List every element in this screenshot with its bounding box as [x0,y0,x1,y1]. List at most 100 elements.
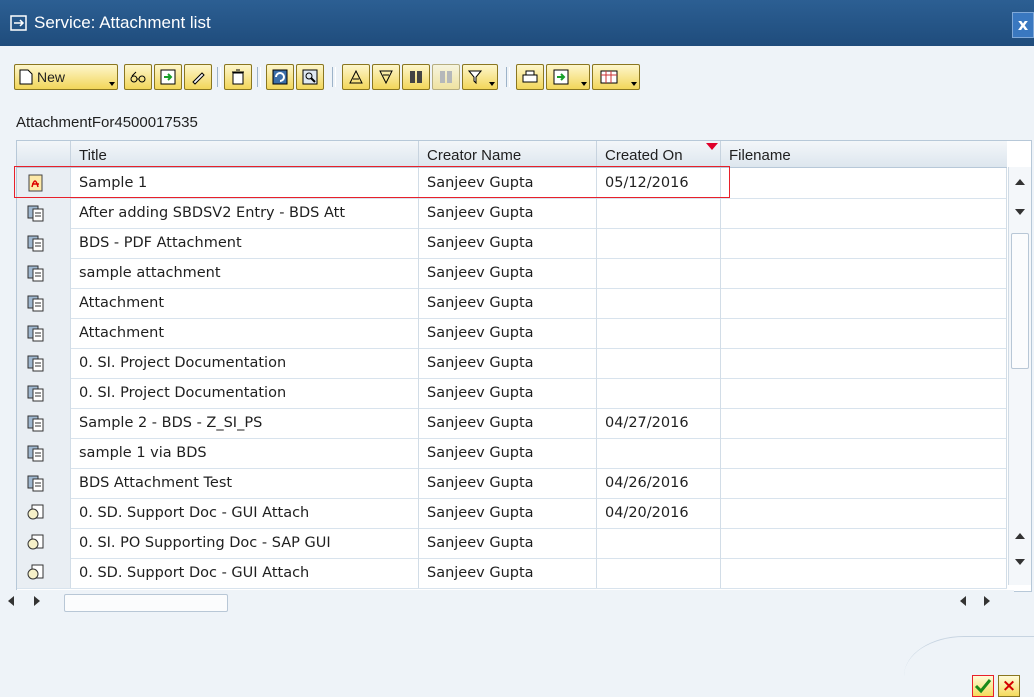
table-row[interactable]: 0. SD. Support Doc - GUI Attach Sanjeev G… [17,558,1007,589]
table-row[interactable]: 0. SI. PO Supporting Doc - SAP GUI Sanjee… [17,528,1007,559]
cell-created-on[interactable] [597,198,721,228]
cell-created-on[interactable] [597,258,721,288]
cell-creator[interactable]: Sanjeev Gupta [419,198,597,228]
cell-creator[interactable]: Sanjeev Gupta [419,378,597,408]
search-next-button[interactable] [432,64,460,90]
scroll-page-up-icon[interactable] [1015,533,1025,539]
cell-filename[interactable] [721,168,1007,198]
row-icon-cell[interactable] [17,198,71,228]
cell-creator[interactable]: Sanjeev Gupta [419,528,597,558]
row-icon-cell[interactable] [17,468,71,498]
cell-filename[interactable] [721,258,1007,288]
cell-title[interactable]: After adding SBDSV2 Entry - BDS Att [71,198,419,228]
cell-filename[interactable] [721,348,1007,378]
horizontal-scrollbar[interactable] [0,590,1014,612]
cell-title[interactable]: 0. SD. Support Doc - GUI Attach [71,498,419,528]
cell-filename[interactable] [721,378,1007,408]
header-select-column[interactable] [17,141,71,167]
cell-title[interactable]: Sample 2 - BDS - Z_SI_PS [71,408,419,438]
row-icon-cell[interactable] [17,558,71,588]
cell-creator[interactable]: Sanjeev Gupta [419,318,597,348]
table-row[interactable]: Attachment Sanjeev Gupta [17,318,1007,349]
cell-created-on[interactable] [597,348,721,378]
table-row[interactable]: After adding SBDSV2 Entry - BDS Att Sanje… [17,198,1007,229]
refresh-button[interactable] [266,64,294,90]
row-icon-cell[interactable] [17,228,71,258]
row-icon-cell[interactable] [17,408,71,438]
table-row[interactable]: BDS Attachment Test Sanjeev Gupta 04/26/20… [17,468,1007,499]
header-title[interactable]: Title [71,141,419,167]
cell-filename[interactable] [721,438,1007,468]
header-creator[interactable]: Creator Name [419,141,597,167]
layout-button[interactable] [592,64,640,90]
table-row[interactable]: sample attachment Sanjeev Gupta [17,258,1007,289]
cell-creator[interactable]: Sanjeev Gupta [419,438,597,468]
row-icon-cell[interactable] [17,498,71,528]
vertical-scrollbar[interactable] [1008,167,1031,585]
header-filename[interactable]: Filename [721,141,1007,167]
table-row[interactable]: 0. SI. Project Documentation Sanjeev Gupt… [17,348,1007,379]
cell-title[interactable]: 0. SI. Project Documentation [71,378,419,408]
cell-created-on[interactable] [597,288,721,318]
cell-creator[interactable]: Sanjeev Gupta [419,498,597,528]
cell-filename[interactable] [721,288,1007,318]
scroll-left-icon[interactable] [8,596,14,606]
cell-creator[interactable]: Sanjeev Gupta [419,258,597,288]
cell-creator[interactable]: Sanjeev Gupta [419,348,597,378]
scroll-up-icon[interactable] [1015,179,1025,185]
cell-filename[interactable] [721,558,1007,588]
row-icon-cell[interactable] [17,378,71,408]
cell-title[interactable]: sample 1 via BDS [71,438,419,468]
scroll-page-down-icon[interactable] [1015,559,1025,565]
cell-created-on[interactable] [597,438,721,468]
cell-title[interactable]: BDS - PDF Attachment [71,228,419,258]
cell-filename[interactable] [721,318,1007,348]
table-row[interactable]: Sample 2 - BDS - Z_SI_PS Sanjeev Gupta 04/… [17,408,1007,439]
cell-creator[interactable]: Sanjeev Gupta [419,468,597,498]
row-icon-cell[interactable] [17,318,71,348]
cell-created-on[interactable]: 04/20/2016 [597,498,721,528]
cell-filename[interactable] [721,408,1007,438]
cell-created-on[interactable] [597,558,721,588]
horizontal-scroll-thumb[interactable] [64,594,228,612]
window-close-button[interactable]: x [1012,12,1034,38]
cell-title[interactable]: Attachment [71,288,419,318]
cell-filename[interactable] [721,198,1007,228]
table-row[interactable]: Attachment Sanjeev Gupta [17,288,1007,319]
cell-created-on[interactable] [597,378,721,408]
delete-button[interactable] [224,64,252,90]
table-row[interactable]: BDS - PDF Attachment Sanjeev Gupta [17,228,1007,259]
cell-creator[interactable]: Sanjeev Gupta [419,288,597,318]
cancel-button[interactable]: × [998,675,1020,697]
export-button[interactable] [154,64,182,90]
sort-descending-button[interactable] [372,64,400,90]
sort-ascending-button[interactable] [342,64,370,90]
search-button[interactable] [402,64,430,90]
filter-button[interactable] [462,64,498,90]
edit-button[interactable] [184,64,212,90]
row-icon-cell[interactable] [17,288,71,318]
cell-title[interactable]: 0. SI. Project Documentation [71,348,419,378]
find-button[interactable] [296,64,324,90]
cell-title[interactable]: 0. SD. Support Doc - GUI Attach [71,558,419,588]
table-row[interactable]: 0. SD. Support Doc - GUI Attach Sanjeev G… [17,498,1007,529]
export-list-button[interactable] [546,64,590,90]
scroll-left-end-icon[interactable] [960,596,966,606]
row-icon-cell[interactable] [17,258,71,288]
glasses-button[interactable] [124,64,152,90]
new-button[interactable]: New [14,64,118,90]
row-icon-cell[interactable] [17,438,71,468]
vertical-scroll-thumb[interactable] [1011,233,1029,369]
cell-title[interactable]: Attachment [71,318,419,348]
header-created-on[interactable]: Created On [597,141,721,167]
cell-creator[interactable]: Sanjeev Gupta [419,558,597,588]
cell-title[interactable]: BDS Attachment Test [71,468,419,498]
cell-filename[interactable] [721,228,1007,258]
cell-created-on[interactable] [597,528,721,558]
table-row[interactable]: 0. SI. Project Documentation Sanjeev Gupt… [17,378,1007,409]
row-icon-cell[interactable] [17,348,71,378]
print-button[interactable] [516,64,544,90]
cell-filename[interactable] [721,468,1007,498]
cell-created-on[interactable]: 04/26/2016 [597,468,721,498]
cell-title[interactable]: sample attachment [71,258,419,288]
